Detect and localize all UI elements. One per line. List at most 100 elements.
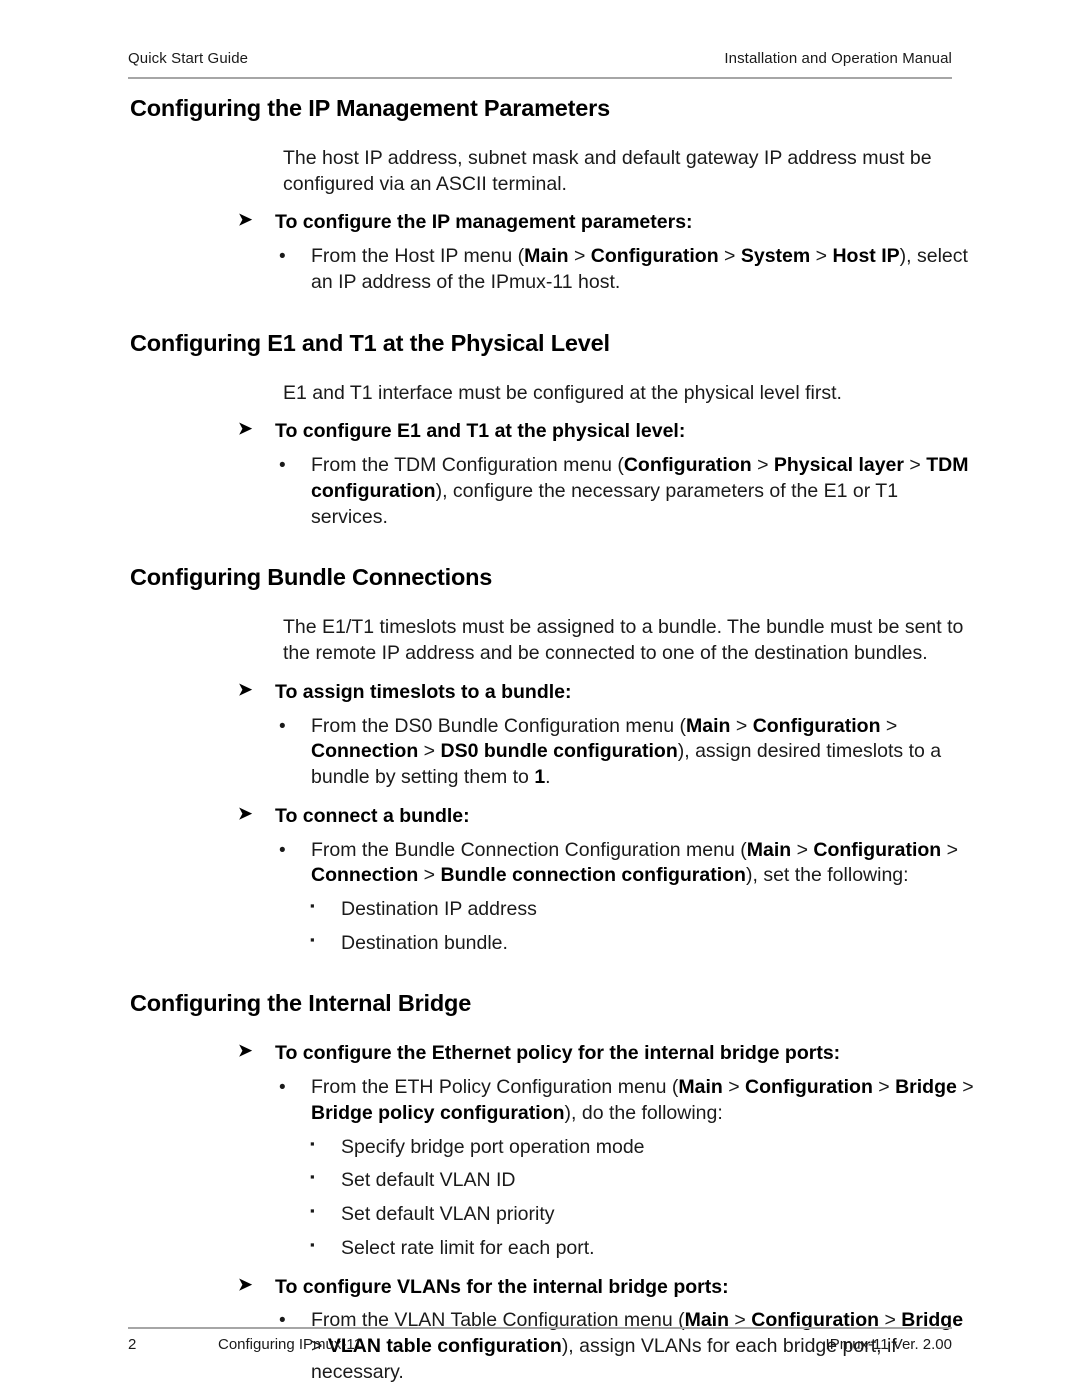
procedure-step-text: From the DS0 Bundle Configuration menu (…: [311, 715, 941, 788]
inline-text: From the Bundle Connection Configuration…: [311, 838, 747, 861]
section-heading: Configuring the IP Management Parameters: [130, 95, 610, 121]
procedure-subitem: ▪ Destination bundle.: [0, 931, 1080, 957]
arrow-bullet-icon: ➤: [238, 803, 253, 823]
menu-path-token: Configuration: [745, 1076, 873, 1099]
vertical-spacer: [0, 445, 1080, 453]
inline-text: >: [872, 1076, 896, 1099]
round-bullet-icon: •: [279, 1077, 286, 1099]
vertical-spacer: [0, 1262, 1080, 1275]
round-bullet-icon: •: [279, 715, 286, 737]
vertical-spacer: [0, 197, 1080, 210]
vertical-spacer: [0, 1160, 1080, 1168]
section-intro-paragraph: The host IP address, subnet mask and def…: [283, 147, 932, 195]
menu-path-token: Main: [746, 838, 792, 861]
procedure-step: • From the Host IP menu (Main > Configura…: [0, 244, 1080, 295]
header-left-text: Quick Start Guide: [128, 50, 249, 67]
procedure-subitem: ▪ Set default VLAN ID: [0, 1168, 1080, 1194]
document-page: Quick Start Guide Installation and Opera…: [0, 0, 1080, 1397]
procedure-step: • From the ETH Policy Configuration menu …: [0, 1075, 1080, 1126]
procedure-subitem-label: Destination IP address: [341, 898, 537, 920]
menu-path-token: Physical layer: [773, 454, 904, 477]
procedure-heading: ➤ To configure the Ethernet policy for th…: [0, 1041, 1080, 1067]
vertical-spacer: [0, 296, 1080, 330]
arrow-bullet-icon: ➤: [238, 1274, 253, 1294]
arrow-bullet-icon: ➤: [238, 419, 253, 439]
vertical-spacer: [0, 923, 1080, 931]
menu-path-token: Configuration: [752, 714, 881, 737]
square-bullet-icon: ▪: [310, 1203, 315, 1219]
round-bullet-icon: •: [279, 455, 286, 477]
menu-path-token: System: [740, 245, 811, 268]
document-content: Configuring the IP Management Parameters…: [0, 95, 1080, 1386]
procedure-subitem: ▪ Destination IP address: [0, 897, 1080, 923]
square-bullet-icon: ▪: [310, 1236, 315, 1252]
procedure-heading-label: To configure VLANs for the internal brid…: [275, 1275, 729, 1298]
procedure-subitem-label: Specify bridge port operation mode: [341, 1135, 645, 1158]
inline-text: >: [722, 1076, 746, 1099]
vertical-spacer: [0, 236, 1080, 244]
vertical-spacer: [0, 1228, 1080, 1236]
menu-path-token: Bridge policy configuration: [311, 1101, 565, 1124]
round-bullet-icon: •: [279, 839, 286, 861]
square-bullet-icon: ▪: [310, 1169, 315, 1185]
inline-text: .: [545, 766, 551, 789]
header-divider: [128, 77, 952, 79]
vertical-spacer: [0, 1194, 1080, 1202]
vertical-spacer: [0, 591, 1080, 615]
menu-path-token: VLAN table configuration: [327, 1335, 562, 1358]
inline-text: >: [956, 1076, 974, 1099]
section-intro-paragraph: E1 and T1 interface must be configured a…: [283, 381, 842, 404]
inline-text: >: [718, 245, 741, 268]
footer-divider: [128, 1327, 952, 1329]
arrow-bullet-icon: ➤: [238, 210, 253, 230]
vertical-spacer: [0, 406, 1080, 419]
inline-text: >: [880, 714, 898, 737]
vertical-spacer: [0, 1300, 1080, 1308]
section-intro-paragraph: The E1/T1 timeslots must be assigned to …: [283, 616, 964, 665]
procedure-step-text: From the ETH Policy Configuration menu (…: [311, 1076, 974, 1124]
inline-text: >: [941, 838, 959, 861]
square-bullet-icon: ▪: [310, 1135, 315, 1151]
procedure-subitem-label: Set default VLAN priority: [341, 1203, 555, 1226]
procedure-subitem-label: Destination bundle.: [341, 931, 508, 954]
procedure-step-text: From the Host IP menu (Main > Configurat…: [311, 245, 968, 293]
procedure-heading: ➤ To assign timeslots to a bundle:: [0, 680, 1080, 706]
procedure-subitem: ▪ Specify bridge port operation mode: [0, 1135, 1080, 1161]
section-heading: Configuring E1 and T1 at the Physical Le…: [130, 329, 610, 356]
section-heading: Configuring Bundle Connections: [130, 564, 493, 591]
footer-section-label: Configuring IPmux-11: [218, 1336, 362, 1353]
procedure-heading: ➤ To configure the IP management paramete…: [0, 210, 1080, 236]
procedure-step: • From the DS0 Bundle Configuration menu …: [0, 714, 1080, 791]
inline-text: >: [418, 864, 441, 887]
procedure-step: • From the TDM Configuration menu (Config…: [0, 453, 1080, 530]
procedure-heading-label: To configure E1 and T1 at the physical l…: [275, 420, 686, 443]
page-number: 2: [128, 1336, 137, 1353]
menu-path-token: Configuration: [590, 245, 719, 268]
vertical-spacer: [0, 122, 1080, 146]
vertical-spacer: [0, 889, 1080, 897]
arrow-bullet-icon: ➤: [238, 1041, 253, 1061]
procedure-step-text: From the Bundle Connection Configuration…: [311, 839, 958, 887]
procedure-heading-label: To configure the IP management parameter…: [275, 211, 693, 234]
vertical-spacer: [0, 791, 1080, 804]
menu-path-token: Configuration: [813, 838, 942, 861]
inline-text: >: [810, 245, 833, 268]
inline-text: ), set the following:: [745, 864, 909, 887]
vertical-spacer: [0, 667, 1080, 680]
footer-version-label: IPmux-11 Ver. 2.00: [825, 1336, 952, 1353]
procedure-heading: ➤ To connect a bundle:: [0, 804, 1080, 830]
menu-path-token: Host IP: [832, 245, 900, 268]
menu-path-token: DS0 bundle configuration: [440, 740, 678, 763]
menu-path-token: Configuration: [623, 454, 752, 477]
inline-text: From the Host IP menu (: [311, 245, 525, 268]
vertical-spacer: [0, 706, 1080, 714]
menu-path-token: Connection: [311, 864, 419, 887]
vertical-spacer: [0, 1017, 1080, 1041]
procedure-heading-label: To assign timeslots to a bundle:: [275, 680, 572, 703]
arrow-bullet-icon: ➤: [238, 679, 253, 699]
vertical-spacer: [0, 1067, 1080, 1075]
vertical-spacer: [0, 956, 1080, 990]
menu-path-token: Main: [686, 714, 731, 737]
inline-text: From the TDM Configuration menu (: [311, 454, 624, 477]
inline-text: From the DS0 Bundle Configuration menu (: [311, 714, 687, 737]
